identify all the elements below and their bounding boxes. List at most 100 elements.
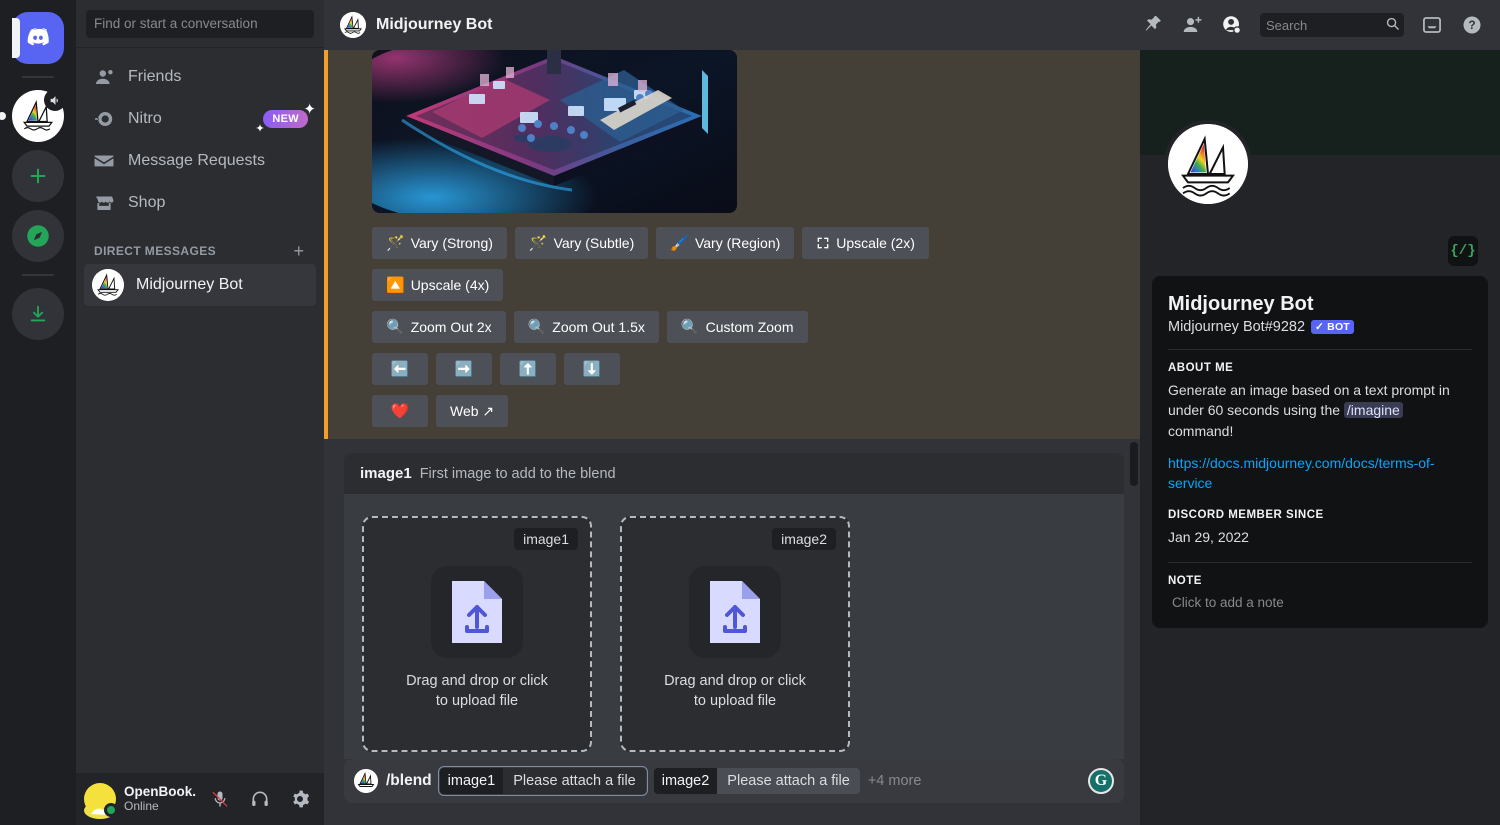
terms-of-service-link[interactable]: https://docs.midjourney.com/docs/terms-o… <box>1168 453 1472 494</box>
dm-list-item-midjourney-bot[interactable]: Midjourney Bot <box>84 264 316 306</box>
vary-strong-button[interactable]: 🪄 Vary (Strong) <box>372 227 507 259</box>
button-row: ❤️ Web ↗ <box>372 395 1124 427</box>
page-title: Midjourney Bot <box>376 16 493 33</box>
sparkle-icon: ✦ <box>303 101 316 118</box>
server-rail-item-midjourney[interactable] <box>0 89 66 142</box>
pan-up-button[interactable]: ⬆️ <box>500 353 556 385</box>
search-icon <box>1385 16 1400 34</box>
upload-dropzone-image2[interactable]: image2 Drag and drop or click to upload … <box>620 516 850 752</box>
bot-message-highlighted: 🪄 Vary (Strong) 🪄 Vary (Subtle) 🖌️ Vary <box>324 50 1140 439</box>
channel-avatar <box>340 12 366 38</box>
search-input[interactable]: Search <box>1260 13 1404 37</box>
zoom-out-2x-button[interactable]: 🔍 Zoom Out 2x <box>372 311 506 343</box>
slash-command-icon[interactable]: {/} <box>1448 236 1478 266</box>
composer-command-name: /blend <box>386 772 432 789</box>
up-arrow-box-icon: 🔼 <box>386 276 405 294</box>
composer-option-chip-image2[interactable]: image2 Please attach a file <box>653 768 860 794</box>
message-composer[interactable]: /blend image1 Please attach a file image… <box>344 759 1124 803</box>
svg-text:?: ? <box>1468 18 1475 32</box>
avatar[interactable] <box>1168 124 1248 204</box>
upscale-4x-button[interactable]: 🔼 Upscale (4x) <box>372 269 504 301</box>
discord-app-window: Friends Nitro ✦ ✦ NEW Message Requests <box>0 0 1500 825</box>
sidebar-item-nitro[interactable]: Nitro ✦ ✦ NEW <box>84 98 316 140</box>
magnifier-icon: 🔍 <box>680 318 700 336</box>
paintbrush-icon: 🖌️ <box>670 234 689 252</box>
composer-option-chip-image1[interactable]: image1 Please attach a file <box>437 766 648 796</box>
profile-icon[interactable] <box>1220 13 1244 37</box>
composer-right-actions: G <box>1088 768 1114 794</box>
grammarly-icon[interactable]: G <box>1088 768 1114 794</box>
pan-left-button[interactable]: ⬅️ <box>372 353 428 385</box>
generated-image-attachment[interactable] <box>372 50 737 213</box>
avatar[interactable] <box>84 783 118 819</box>
server-rail-item-download[interactable] <box>12 288 64 340</box>
imagine-command-code: /imagine <box>1343 402 1403 419</box>
sidebar-item-friends[interactable]: Friends <box>84 56 316 98</box>
member-since-block: DISCORD MEMBER SINCE Jan 29, 2022 <box>1168 509 1472 547</box>
message-scroll-area[interactable]: 🪄 Vary (Strong) 🪄 Vary (Subtle) 🖌️ Vary <box>324 50 1140 759</box>
button-label: Vary (Region) <box>694 235 781 251</box>
web-button[interactable]: Web ↗ <box>436 395 509 427</box>
bot-badge: ✓ BOT <box>1311 320 1354 334</box>
magic-wand-icon: 🪄 <box>386 234 405 252</box>
user-settings-gear-icon[interactable] <box>284 783 316 815</box>
find-conversation-input[interactable] <box>86 9 314 38</box>
avatar <box>92 269 124 301</box>
member-since-label: DISCORD MEMBER SINCE <box>1168 509 1324 522</box>
mute-microphone-button[interactable] <box>204 783 236 815</box>
favorite-button[interactable]: ❤️ <box>372 395 428 427</box>
inbox-icon[interactable] <box>1420 13 1444 37</box>
button-label: Web ↗ <box>450 402 495 419</box>
arrow-right-icon: ➡️ <box>454 360 474 378</box>
blend-dropzone-row: image1 Drag and drop or click to upload … <box>344 494 1124 759</box>
chat-column: 🪄 Vary (Strong) 🪄 Vary (Subtle) 🖌️ Vary <box>324 50 1140 825</box>
chip-key: image1 <box>439 768 504 794</box>
user-status-text: Online <box>124 798 159 813</box>
blend-option-key: image1 <box>360 465 412 482</box>
message-composer-wrap: /blend image1 Please attach a file image… <box>324 759 1140 825</box>
sidebar-item-message-requests[interactable]: Message Requests <box>84 140 316 182</box>
button-label: Zoom Out 2x <box>410 319 492 335</box>
vary-region-button[interactable]: 🖌️ Vary (Region) <box>656 227 795 259</box>
pan-down-button[interactable]: ⬇️ <box>564 353 620 385</box>
rail-divider <box>22 76 54 78</box>
status-badge-online <box>104 803 118 817</box>
button-label: Upscale (4x) <box>410 277 490 293</box>
magnifier-icon: 🔍 <box>386 318 405 336</box>
chip-value: Please attach a file <box>503 768 646 794</box>
deafen-button[interactable] <box>244 783 276 815</box>
create-dm-button[interactable]: + <box>293 242 308 260</box>
dropzone-tag: image2 <box>772 528 836 550</box>
help-icon[interactable]: ? <box>1460 13 1484 37</box>
button-row: 🪄 Vary (Strong) 🪄 Vary (Subtle) 🖌️ Vary <box>372 227 1124 259</box>
user-profile-panel: {/} Midjourney Bot Midjourney Bot#9282 ✓… <box>1140 50 1500 825</box>
pan-right-button[interactable]: ➡️ <box>436 353 492 385</box>
nitro-icon <box>92 107 116 131</box>
direct-messages-header: DIRECT MESSAGES + <box>84 224 316 264</box>
search-placeholder: Search <box>1266 17 1308 33</box>
chip-key: image2 <box>653 768 718 794</box>
about-text-part-2: command! <box>1168 422 1234 439</box>
vary-subtle-button[interactable]: 🪄 Vary (Subtle) <box>514 227 649 259</box>
zoom-out-1-5x-button[interactable]: 🔍 Zoom Out 1.5x <box>513 311 659 343</box>
direct-messages-title: DIRECT MESSAGES <box>94 244 217 258</box>
server-rail-item-add-server[interactable] <box>12 150 64 202</box>
user-identity[interactable]: OpenBook... Online <box>124 784 196 813</box>
pin-icon[interactable] <box>1140 13 1164 37</box>
composer-more-options[interactable]: +4 more <box>868 773 922 789</box>
chip-value: Please attach a file <box>717 768 860 794</box>
add-friend-icon[interactable] <box>1180 13 1204 37</box>
about-me-label: ABOUT ME <box>1168 362 1234 374</box>
profile-username-tag: Midjourney Bot#9282 <box>1168 319 1306 335</box>
chat-scrollbar[interactable] <box>1130 50 1138 759</box>
note-input[interactable]: Click to add a note <box>1168 593 1472 612</box>
upscale-2x-button[interactable]: Upscale (2x) <box>802 227 929 259</box>
button-row: 🔍 Zoom Out 2x 🔍 Zoom Out 1.5x 🔍 Custom Z… <box>372 311 1124 343</box>
server-rail-item-explore[interactable] <box>12 210 64 262</box>
heart-icon: ❤️ <box>390 402 410 420</box>
custom-zoom-button[interactable]: 🔍 Custom Zoom <box>666 311 808 343</box>
upload-dropzone-image1[interactable]: image1 Drag and drop or click to upload … <box>362 516 592 752</box>
server-rail-item-discord-home[interactable] <box>12 12 64 64</box>
sidebar-item-shop[interactable]: Shop <box>84 182 316 224</box>
chat-scrollbar-thumb[interactable] <box>1130 442 1138 486</box>
